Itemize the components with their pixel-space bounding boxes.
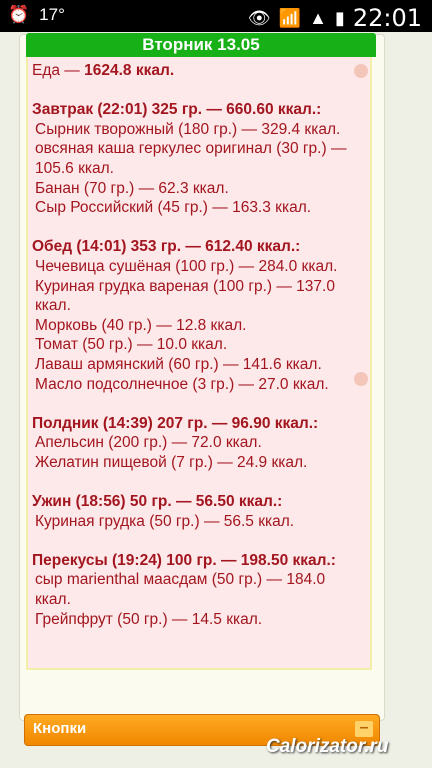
pin-icon[interactable] (354, 372, 368, 386)
meal-item: Лаваш армянский (60 гр.) — 141.6 ккал. (35, 355, 322, 373)
battery-icon: ▮ (334, 7, 345, 28)
food-diary: Еда — 1624.8 ккал. Завтрак (22:01) 325 г… (26, 57, 372, 670)
weather-temp: 17° (39, 5, 65, 24)
pin-icon[interactable] (354, 64, 368, 78)
food-total: Еда — 1624.8 ккал. (32, 62, 175, 79)
meal-title-dinner[interactable]: Ужин (18:56) 50 гр. — 56.50 ккал.: (32, 492, 370, 512)
watermark: Calorizator.ru (266, 736, 389, 757)
meal-item: Сырник творожный (180 гр.) — 329.4 ккал. (35, 120, 341, 138)
meal-title-extra-snacks[interactable]: Перекусы (19:24) 100 гр. — 198.50 ккал.: (32, 551, 370, 571)
collapse-icon[interactable]: – (355, 720, 373, 737)
meal-item: сыр marienthal маасдам (50 гр.) — 184.0 … (35, 571, 326, 609)
buttons-panel-label: Кнопки (33, 720, 87, 737)
clock: 22:01 (352, 4, 422, 32)
meal-item: Апельсин (200 гр.) — 72.0 ккал. (35, 434, 262, 452)
meal-item: Сыр Российский (45 гр.) — 163.3 ккал. (35, 199, 312, 217)
meal-item: Куриная грудка (50 гр.) — 56.5 ккал. (35, 512, 295, 530)
signal-icon: ▲ (309, 7, 327, 28)
meal-title-lunch[interactable]: Обед (14:01) 353 гр. — 612.40 ккал.: (32, 237, 370, 257)
meal-item: Грейпфрут (50 гр.) — 14.5 ккал. (35, 610, 263, 628)
meal-item: Желатин пищевой (7 гр.) — 24.9 ккал. (35, 453, 308, 471)
meal-title-breakfast[interactable]: Завтрак (22:01) 325 гр. — 660.60 ккал.: (32, 100, 370, 120)
meal-title-snack[interactable]: Полдник (14:39) 207 гр. — 96.90 ккал.: (32, 414, 370, 434)
meal-item: Куриная грудка вареная (100 гр.) — 137.0… (35, 277, 335, 315)
meal-item: Томат (50 гр.) — 10.0 ккал. (35, 336, 228, 354)
meal-item: Морковь (40 гр.) — 12.8 ккал. (35, 316, 247, 334)
wifi-icon: 📶 (278, 7, 302, 28)
meal-item: Масло подсолнечное (3 гр.) — 27.0 ккал. (35, 375, 329, 393)
meal-item: Чечевица сушёная (100 гр.) — 284.0 ккал. (35, 257, 338, 275)
meal-item: Банан (70 гр.) — 62.3 ккал. (35, 179, 229, 197)
day-title[interactable]: Вторник 13.05 (26, 33, 376, 57)
status-bar: ⏰ 17° 👁 📶 ▲ ▮ 22:01 (0, 0, 432, 32)
alarm-icon: ⏰ (8, 5, 30, 24)
eye-icon: 👁 (247, 7, 271, 28)
meal-item: овсяная каша геркулес оригинал (30 гр.) … (35, 140, 347, 177)
